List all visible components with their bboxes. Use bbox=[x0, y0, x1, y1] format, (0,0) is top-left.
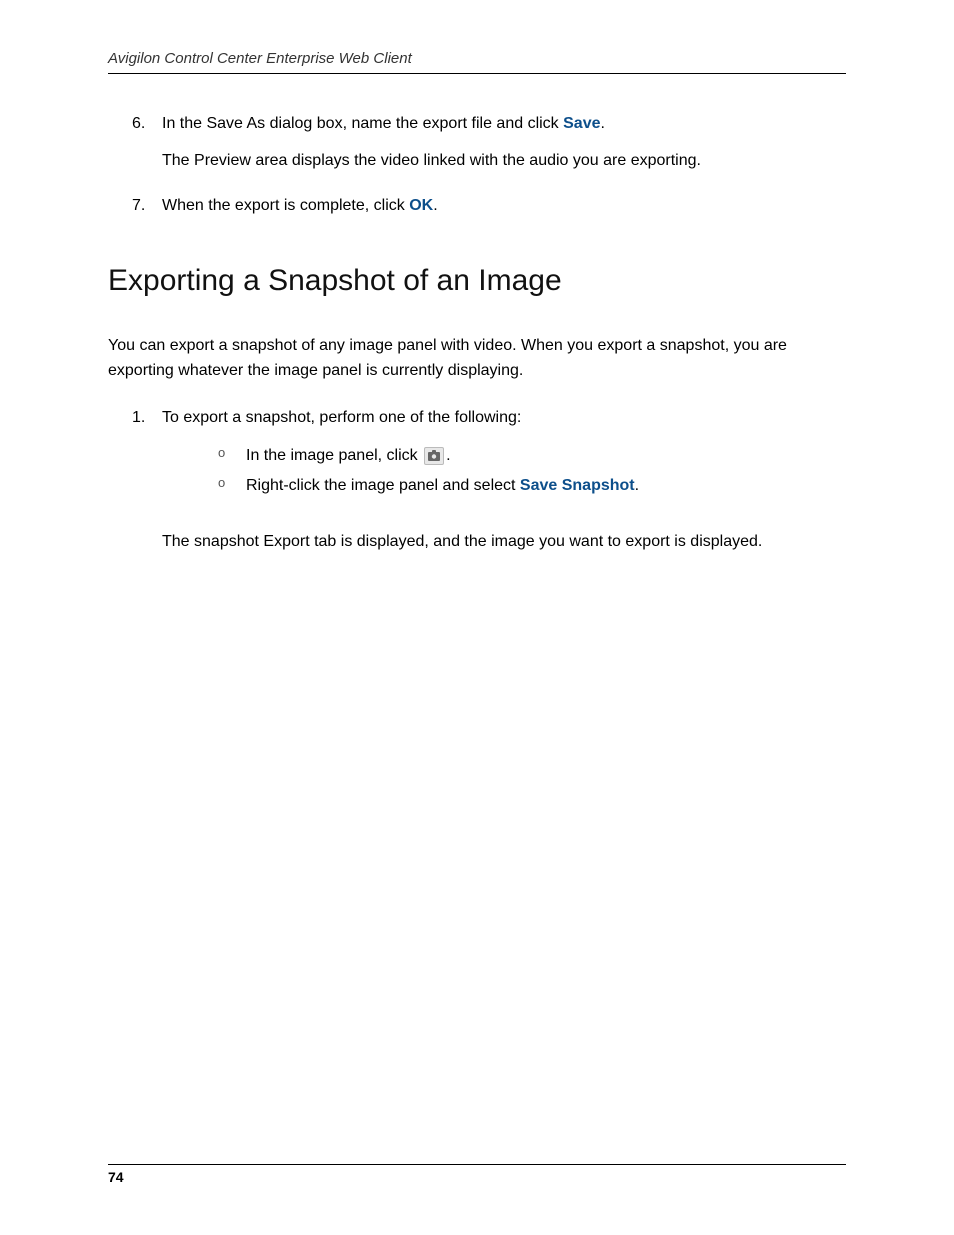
step-text-post: . bbox=[433, 197, 437, 214]
page-footer: 74 bbox=[108, 1164, 846, 1185]
section-intro: You can export a snapshot of any image p… bbox=[108, 334, 846, 384]
section-title: Exporting a Snapshot of an Image bbox=[108, 264, 846, 298]
steps-upper: 6. In the Save As dialog box, name the e… bbox=[108, 112, 846, 218]
step-para: The Preview area displays the video link… bbox=[162, 149, 846, 174]
step-7: 7. When the export is complete, click OK… bbox=[108, 194, 846, 219]
steps-lower: 1. To export a snapshot, perform one of … bbox=[108, 406, 846, 502]
save-action: Save bbox=[563, 115, 600, 132]
step-text: When the export is complete, click bbox=[162, 197, 409, 214]
step-marker: 7. bbox=[132, 194, 145, 219]
save-snapshot-action: Save Snapshot bbox=[520, 477, 635, 494]
step-marker: 1. bbox=[132, 406, 145, 431]
step-1: 1. To export a snapshot, perform one of … bbox=[108, 406, 846, 502]
page-number: 74 bbox=[108, 1169, 846, 1185]
sub-text-post: . bbox=[635, 477, 639, 494]
running-header: Avigilon Control Center Enterprise Web C… bbox=[108, 50, 846, 74]
step-text: In the Save As dialog box, name the expo… bbox=[162, 115, 563, 132]
step-text: To export a snapshot, perform one of the… bbox=[162, 409, 521, 426]
camera-icon bbox=[424, 447, 444, 465]
ok-action: OK bbox=[409, 197, 433, 214]
sub-marker: o bbox=[218, 471, 225, 496]
closing-text: The snapshot Export tab is displayed, an… bbox=[108, 530, 846, 555]
sub-text: In the image panel, click bbox=[246, 447, 422, 464]
sub-item-click-icon: o In the image panel, click . bbox=[218, 441, 846, 471]
footer-rule bbox=[108, 1164, 846, 1165]
sub-item-right-click: o Right-click the image panel and select… bbox=[218, 471, 846, 501]
sub-marker: o bbox=[218, 441, 225, 466]
step-text-post: . bbox=[601, 115, 605, 132]
sub-text-post: . bbox=[446, 447, 450, 464]
step-marker: 6. bbox=[132, 112, 145, 137]
sub-text: Right-click the image panel and select bbox=[246, 477, 520, 494]
step-6: 6. In the Save As dialog box, name the e… bbox=[108, 112, 846, 174]
sub-list: o In the image panel, click . o Right-cl… bbox=[162, 441, 846, 502]
